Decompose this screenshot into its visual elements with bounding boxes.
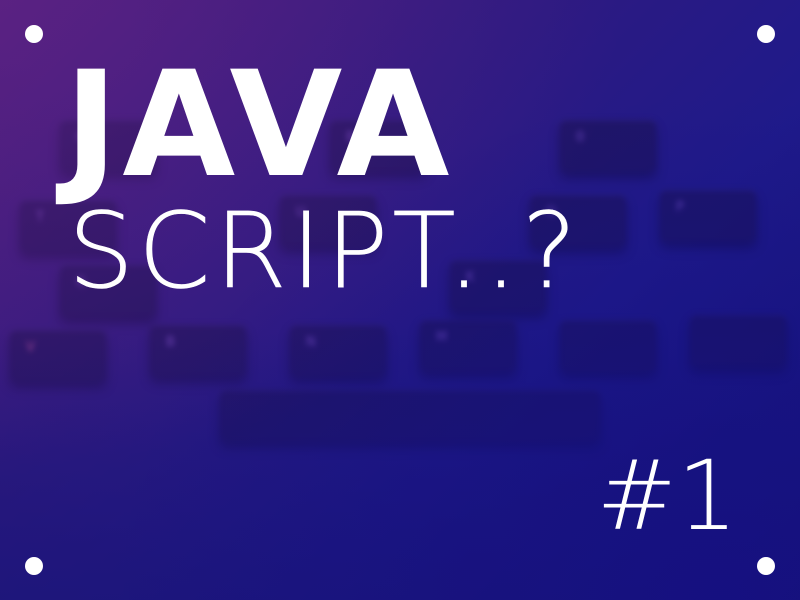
title-java: JAVA [64,40,454,210]
title-script: SCRIPT..? [68,190,581,312]
corner-dot-icon [25,557,43,575]
thumbnail-canvas: G B 0 T U O P G K V B N M JAVA SCRIPT..?… [0,0,800,600]
corner-dot-icon [25,25,43,43]
corner-dot-icon [757,557,775,575]
episode-number: #1 [596,440,738,552]
corner-dot-icon [757,25,775,43]
